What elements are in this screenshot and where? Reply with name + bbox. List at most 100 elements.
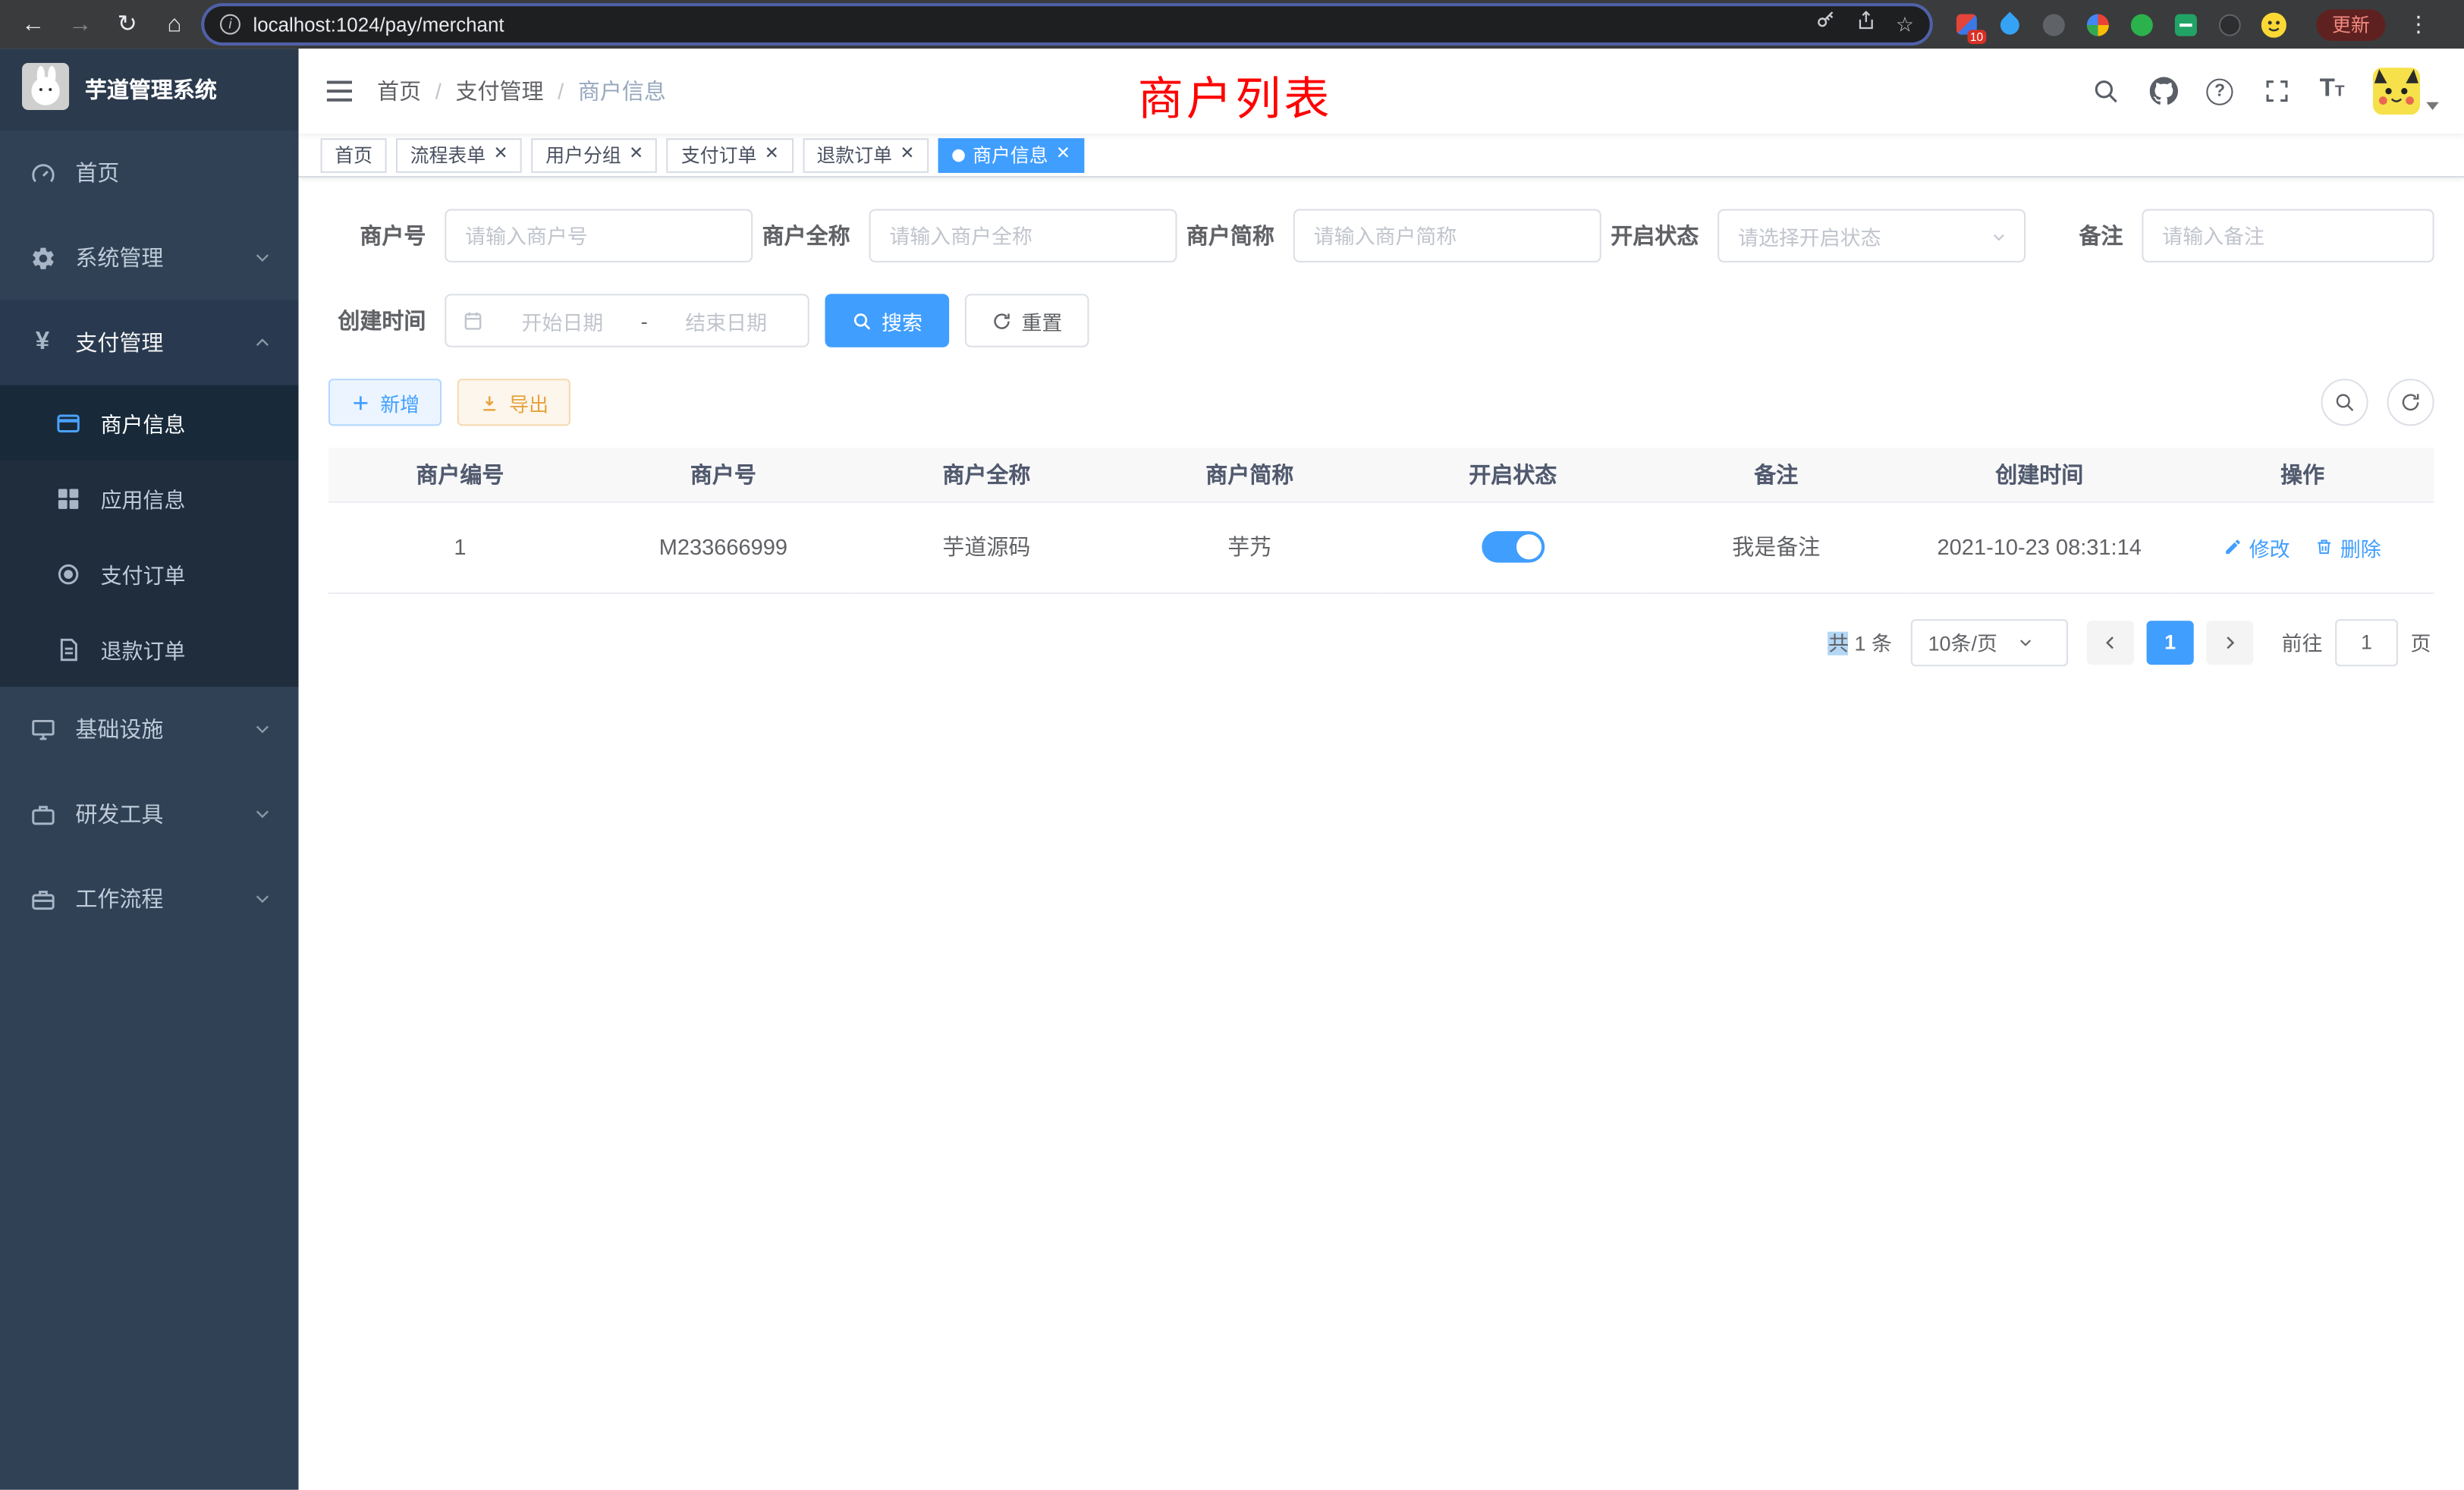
sidebar-item-infrastructure[interactable]: 基础设施 — [0, 687, 299, 772]
add-button[interactable]: 新增 — [328, 379, 442, 426]
tab-payment-order[interactable]: 支付订单✕ — [667, 137, 793, 172]
breadcrumb: 首页 / 支付管理 / 商户信息 — [377, 75, 666, 106]
close-icon[interactable]: ✕ — [765, 146, 779, 164]
drop-extension-icon[interactable] — [1996, 10, 2024, 38]
refresh-icon — [992, 310, 1012, 331]
sidebar-item-system-management[interactable]: 系统管理 — [0, 215, 299, 300]
sidebar-item-refund-order[interactable]: 退款订单 — [0, 611, 299, 687]
chevron-right-icon — [2220, 633, 2239, 652]
plus-icon — [350, 392, 371, 413]
goto-page-input[interactable] — [2335, 618, 2398, 665]
sidebar: 芋道管理系统 首页 系统管理 ¥ 支付管理 — [0, 49, 299, 1490]
help-icon[interactable]: ? — [2207, 78, 2233, 105]
page-size-select[interactable]: 10条/页 — [1911, 618, 2068, 665]
sidebar-item-home[interactable]: 首页 — [0, 130, 299, 215]
edit-button[interactable]: 修改 — [2224, 532, 2290, 561]
password-key-icon[interactable] — [1815, 9, 1837, 39]
refresh-icon — [2400, 391, 2422, 413]
create-time-range-picker[interactable]: 开始日期 - 结束日期 — [445, 294, 809, 347]
col-status: 开启状态 — [1381, 448, 1645, 501]
sidebar-item-merchant-info[interactable]: 商户信息 — [0, 385, 299, 461]
page-number-button[interactable]: 1 — [2147, 620, 2194, 664]
search-icon[interactable] — [2090, 76, 2120, 105]
tab-user-group[interactable]: 用户分组✕ — [532, 137, 658, 172]
sidebar-item-app-info[interactable]: 应用信息 — [0, 461, 299, 536]
chevron-down-icon — [251, 718, 273, 740]
tags-view: 首页 流程表单✕ 用户分组✕ 支付订单✕ 退款订单✕ 商户信息✕ — [299, 134, 2464, 178]
prev-page-button[interactable] — [2087, 620, 2134, 664]
close-icon[interactable]: ✕ — [1056, 146, 1070, 164]
reset-button[interactable]: 重置 — [965, 294, 1089, 347]
close-icon[interactable]: ✕ — [900, 146, 914, 164]
avatar[interactable] — [2373, 68, 2420, 115]
col-merchant-no: 商户号 — [592, 448, 855, 501]
monitor-icon — [28, 715, 56, 743]
chevron-left-icon — [2101, 633, 2120, 652]
dark-extension-icon[interactable] — [2216, 10, 2244, 38]
col-create-time: 创建时间 — [1908, 448, 2171, 501]
short-name-input[interactable] — [1293, 209, 1601, 262]
sidebar-item-payment-order[interactable]: 支付订单 — [0, 536, 299, 611]
refresh-table-button[interactable] — [2387, 379, 2434, 426]
site-info-icon[interactable]: i — [220, 14, 240, 35]
share-icon[interactable] — [1856, 9, 1877, 39]
page-unit-label: 页 — [2411, 627, 2431, 657]
next-page-button[interactable] — [2206, 620, 2253, 664]
close-icon[interactable]: ✕ — [493, 146, 508, 164]
breadcrumb-home[interactable]: 首页 — [377, 75, 421, 106]
status-select[interactable]: 请选择开启状态 — [1718, 209, 2026, 262]
chrome-update-button[interactable]: 更新 — [2316, 8, 2385, 39]
export-button[interactable]: 导出 — [457, 379, 570, 426]
gray-extension-icon[interactable] — [2040, 10, 2068, 38]
tab-process-form[interactable]: 流程表单✕ — [396, 137, 522, 172]
app-logo[interactable]: 芋道管理系统 — [0, 49, 299, 130]
address-bar[interactable]: i localhost:1024/pay/merchant ☆ — [204, 6, 1929, 42]
sidebar-item-payment-management[interactable]: ¥ 支付管理 — [0, 300, 299, 385]
search-button[interactable]: 搜索 — [825, 294, 950, 347]
browser-forward-button[interactable]: → — [63, 0, 98, 49]
browser-home-button[interactable]: ⌂ — [157, 0, 192, 49]
browser-reload-button[interactable]: ↻ — [110, 0, 145, 49]
table-row: 1 M233666999 芋道源码 芋艿 我是备注 2021-10-23 08:… — [328, 501, 2434, 593]
chevron-down-icon — [251, 888, 273, 910]
cell-merchant-no: M233666999 — [592, 501, 855, 593]
sidebar-collapse-icon[interactable] — [324, 79, 355, 104]
url-text: localhost:1024/pay/merchant — [253, 14, 1803, 36]
logo-rabbit-icon — [22, 62, 69, 118]
delete-button[interactable]: 删除 — [2315, 532, 2381, 561]
toggle-search-button[interactable] — [2321, 379, 2368, 426]
bookmark-star-icon[interactable]: ☆ — [1896, 12, 1914, 37]
smiley-extension-icon[interactable] — [2260, 10, 2288, 38]
top-navbar: 首页 / 支付管理 / 商户信息 商户列表 ? TT — [299, 49, 2464, 134]
full-name-input[interactable] — [869, 209, 1177, 262]
briefcase-icon — [28, 885, 56, 913]
full-name-label: 商户全称 — [753, 220, 850, 251]
yen-icon: ¥ — [28, 328, 56, 357]
sidebar-item-dev-tools[interactable]: 研发工具 — [0, 772, 299, 857]
browser-back-button[interactable]: ← — [16, 0, 51, 49]
download-icon — [479, 392, 500, 413]
browser-menu-icon[interactable]: ⋮ — [2407, 11, 2429, 38]
sidebar-item-workflow[interactable]: 工作流程 — [0, 857, 299, 941]
fullscreen-icon[interactable] — [2261, 76, 2291, 105]
calendar-icon — [462, 310, 484, 332]
tab-home[interactable]: 首页 — [321, 137, 387, 172]
green-circle-extension-icon[interactable] — [2128, 10, 2156, 38]
status-toggle[interactable] — [1482, 531, 1545, 562]
green-square-extension-icon[interactable] — [2172, 10, 2200, 38]
font-size-icon[interactable]: TT — [2320, 77, 2345, 105]
page-annotation: 商户列表 — [1138, 63, 1333, 129]
goto-label: 前往 — [2282, 627, 2323, 657]
extensions-puzzle-icon[interactable]: 10 — [1952, 10, 1980, 38]
bank-card-icon — [53, 409, 81, 437]
tab-merchant-info[interactable]: 商户信息✕ — [938, 137, 1085, 172]
remark-input[interactable] — [2142, 209, 2434, 262]
close-icon[interactable]: ✕ — [629, 146, 643, 164]
breadcrumb-section[interactable]: 支付管理 — [455, 75, 543, 106]
merchant-no-input[interactable] — [445, 209, 753, 262]
multicolor-extension-icon[interactable] — [2084, 10, 2112, 38]
tab-refund-order[interactable]: 退款订单✕ — [803, 137, 929, 172]
user-menu[interactable] — [2373, 68, 2439, 115]
search-icon — [2334, 391, 2356, 413]
github-icon[interactable] — [2148, 76, 2178, 105]
